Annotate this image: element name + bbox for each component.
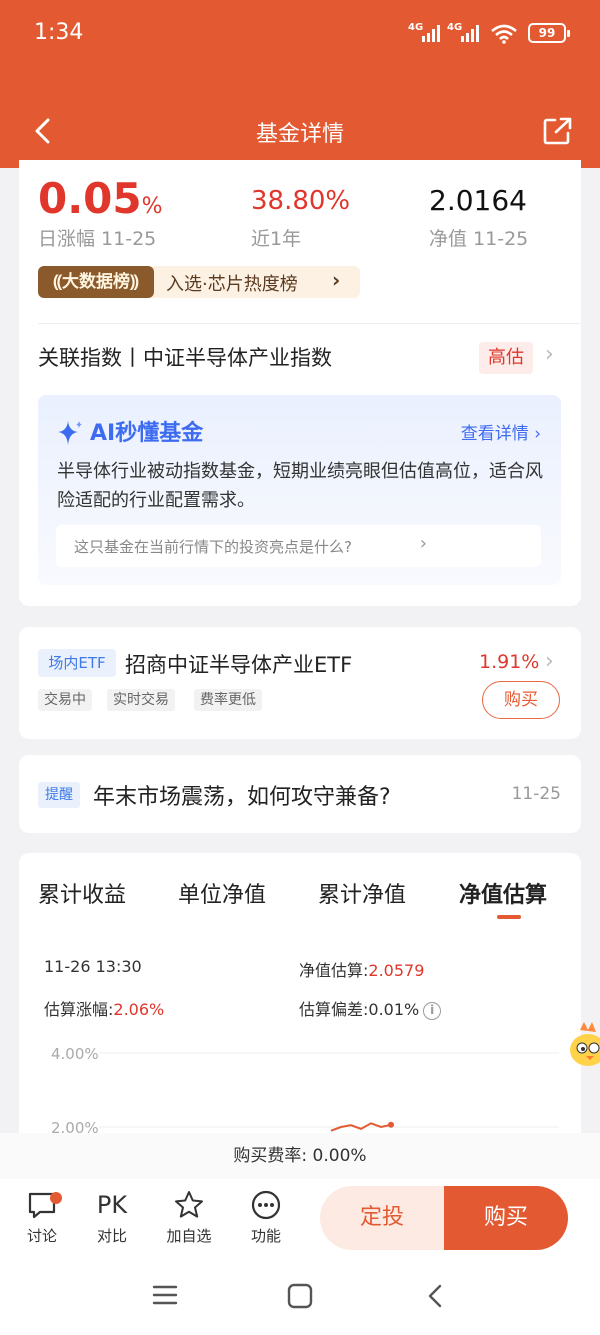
battery-icon: 99 [528,23,570,43]
compare-button[interactable]: PK 对比 [82,1189,142,1246]
pk-icon: PK [96,1191,128,1219]
etf-fee-tag: 费率更低 [194,689,262,711]
signal-label-2: 4G [447,22,463,33]
chart-card: 累计收益 单位净值 累计净值 净值估算 11-26 13:30 净值估算:2.0… [19,853,581,1153]
buy-button[interactable]: 购买 [444,1186,568,1250]
estimate-nav: 净值估算:2.0579 [299,961,425,980]
status-time: 1:34 [34,20,84,45]
more-icon [251,1190,281,1220]
home-icon[interactable] [287,1283,313,1309]
nav-label: 净值 11-25 [429,228,529,250]
star-icon [175,1191,203,1218]
ai-question-text: 这只基金在当前行情下的投资亮点是什么? [74,538,352,556]
tab-unit-nav[interactable]: 单位净值 [178,877,266,909]
sparkle-icon [58,421,82,445]
ai-title: AI秒懂基金 [90,421,204,446]
tab-indicator [497,915,521,919]
signal-icon-1 [422,24,444,42]
auto-invest-button[interactable]: 定投 [320,1186,444,1250]
discuss-button[interactable]: 讨论 [12,1189,72,1246]
wifi-icon [491,24,517,44]
add-favorite-button[interactable]: 加自选 [159,1189,219,1246]
share-icon[interactable] [542,116,574,146]
etf-status-tag: 交易中 [38,689,92,711]
system-nav-bar [0,1261,600,1335]
page-title: 基金详情 [255,122,344,147]
back-nav-icon[interactable] [425,1283,445,1309]
estimate-time: 11-26 13:30 [44,957,142,976]
ai-summary-box: AI秒懂基金 查看详情 › 半导体行业被动指数基金，短期业绩亮眼但估值高位，适合… [38,395,561,585]
etf-buy-button[interactable]: 购买 [482,681,560,719]
rank-text: 入选·芯片热度榜 [166,274,298,295]
functions-button[interactable]: 功能 [236,1189,296,1246]
notification-dot [50,1192,62,1204]
tab-cumulative-nav[interactable]: 累计净值 [318,877,406,909]
chevron-right-icon: › [419,533,427,554]
info-icon[interactable]: i [423,1001,442,1020]
ai-question-button[interactable]: 这只基金在当前行情下的投资亮点是什么? › [56,525,541,567]
rank-banner[interactable]: ⸨大数据榜⸩ 入选·芯片热度榜 › [38,266,360,298]
menu-icon[interactable] [152,1283,178,1307]
etf-name: 招商中证半导体产业ETF [125,653,353,677]
estimate-change: 估算涨幅:2.06% [44,1000,165,1019]
etf-change: 1.91% [479,651,540,673]
reminder-tag: 提醒 [38,782,80,808]
etf-tag: 场内ETF [38,649,116,677]
chevron-right-icon: › [545,649,554,674]
ai-description: 半导体行业被动指数基金，短期业绩亮眼但估值高位，适合风险适配的行业配置需求。 [57,461,543,511]
tab-nav-estimate[interactable]: 净值估算 [459,877,547,909]
signal-icon-2 [461,24,483,42]
status-bar: 1:34 4G 4G 99 [0,0,600,80]
tab-cumulative-return[interactable]: 累计收益 [38,877,126,909]
nav-bar: 基金详情 [0,80,600,168]
valuation-badge: 高估 [479,342,533,374]
daily-change-value: 0.05% [38,174,163,223]
chevron-right-icon[interactable]: › [545,342,554,367]
last-point [388,1121,394,1128]
reminder-text: 年末市场震荡，如何攻守兼备? [93,785,391,810]
chevron-right-icon: › [332,268,341,292]
buy-fee-bar: 购买费率: 0.00% [0,1133,600,1179]
fund-overview-card: 0.05% 日涨幅 11-25 38.80% 近1年 2.0164 净值 11-… [19,160,581,606]
mascot-icon[interactable] [562,1016,600,1070]
signal-label-1: 4G [408,22,424,33]
reminder-card[interactable]: 提醒 年末市场震荡，如何攻守兼备? 11-25 [19,755,581,833]
related-index-text[interactable]: 关联指数丨中证半导体产业指数 [38,342,332,372]
divider [38,323,581,324]
etf-trade-tag: 实时交易 [107,689,175,711]
year-change-label: 近1年 [251,228,302,250]
daily-change-label: 日涨幅 11-25 [38,228,157,250]
reminder-date: 11-25 [511,784,561,804]
laurel-icon: ⸨ [53,272,62,292]
ai-details-link[interactable]: 查看详情 › [461,419,541,444]
estimate-deviation: 估算偏差:0.01% i [299,996,442,1020]
year-change-value: 38.80% [251,186,351,216]
nav-value: 2.0164 [429,184,527,217]
bottom-action-bar: 讨论 PK 对比 加自选 功能 定投 购买 [0,1179,600,1261]
rank-tag: ⸨大数据榜⸩ [38,266,154,298]
etf-card[interactable]: 场内ETF 招商中证半导体产业ETF 1.91% › 交易中 实时交易 费率更低… [19,627,581,739]
y-tick-label: 4.00% [51,1045,99,1063]
